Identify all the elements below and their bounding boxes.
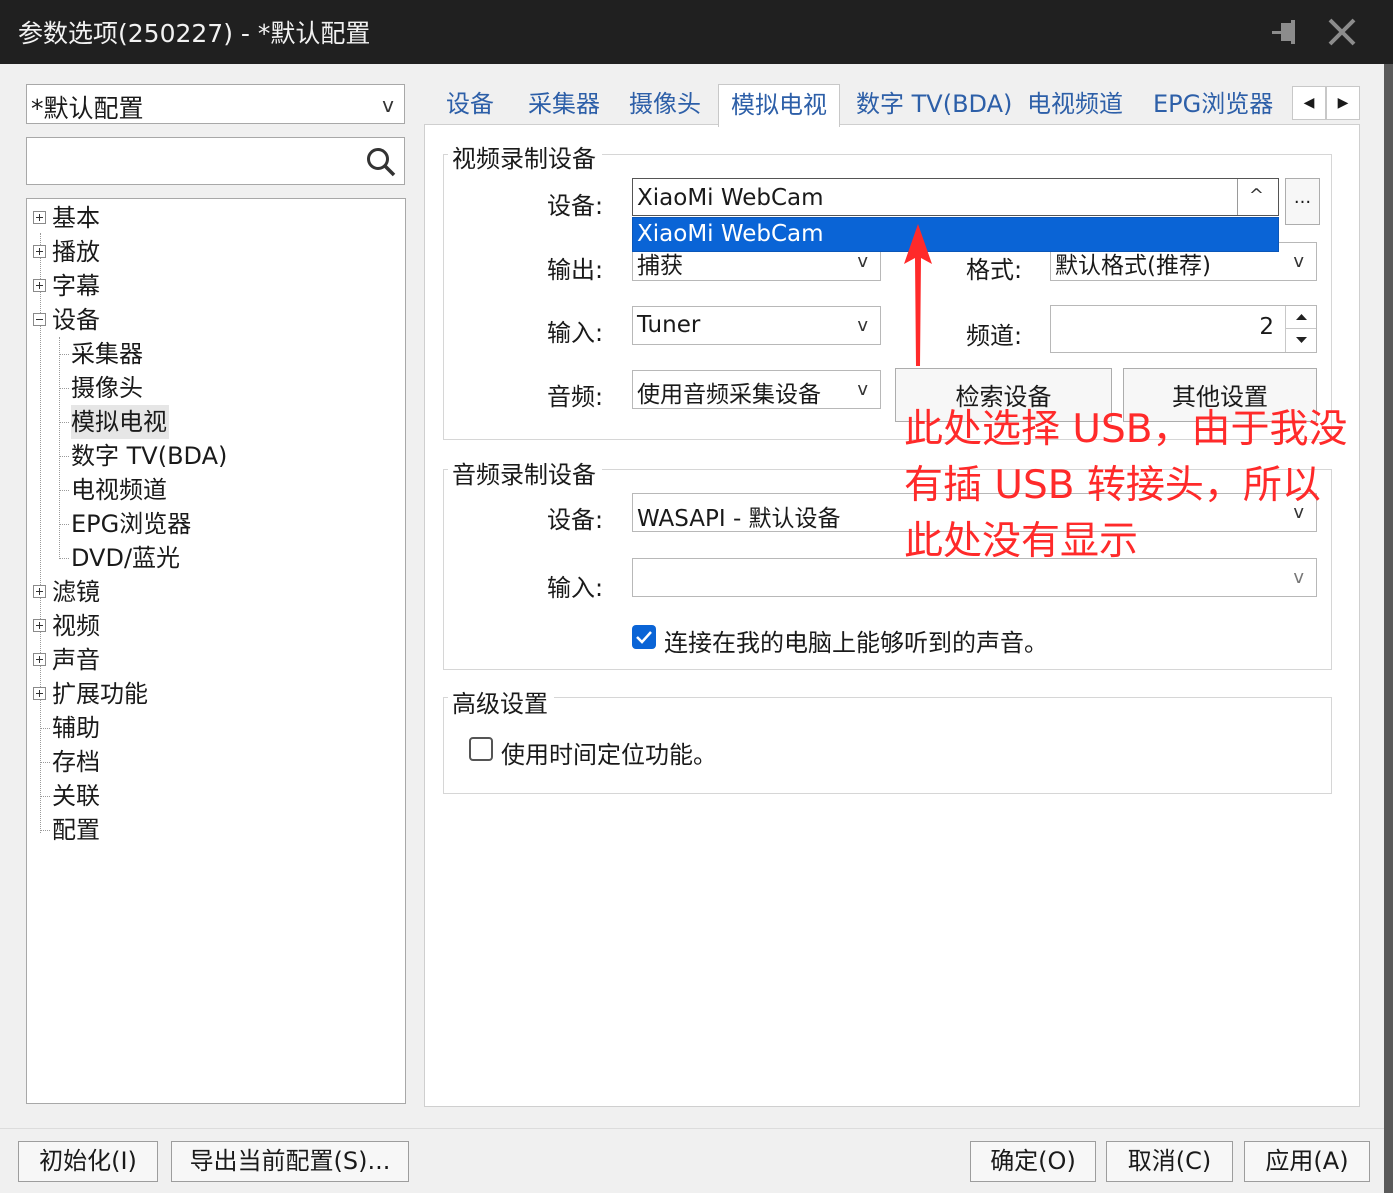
video-device-label: 设备: — [547, 192, 604, 220]
chevron-down-icon: v — [857, 379, 868, 400]
device-more-button[interactable]: ... — [1285, 178, 1320, 225]
expand-icon[interactable] — [33, 211, 46, 224]
expand-icon[interactable] — [33, 687, 46, 700]
tab-scroll-left-icon[interactable]: ◀ — [1292, 86, 1326, 120]
tree-item-audio[interactable]: 声音 — [52, 643, 100, 677]
title-bar: 参数选项(250227) - *默认配置 — [0, 0, 1393, 64]
audio-source-label: 音频: — [547, 383, 604, 411]
ok-button[interactable]: 确定(O) — [970, 1141, 1096, 1182]
tab-digital-tv[interactable]: 数字 TV(BDA) — [844, 84, 1024, 124]
tree-item-tv-channels[interactable]: 电视频道 — [71, 473, 167, 507]
expand-icon[interactable] — [33, 653, 46, 666]
audio-device-label: 设备: — [547, 506, 604, 534]
dropdown-option-xiaomi-webcam[interactable]: XiaoMi WebCam — [637, 221, 824, 247]
video-device-value: XiaoMi WebCam — [637, 185, 824, 211]
channel-value: 2 — [1259, 314, 1274, 340]
listen-checkbox-label[interactable]: 连接在我的电脑上能够听到的声音。 — [664, 623, 1048, 658]
tree-item-extensions[interactable]: 扩展功能 — [52, 677, 148, 711]
tree-item-subtitles[interactable]: 字幕 — [52, 269, 100, 303]
spin-up-icon[interactable] — [1285, 306, 1316, 329]
advanced-group-title: 高级设置 — [448, 684, 554, 719]
chevron-down-icon: v — [382, 93, 394, 117]
channel-spinner[interactable]: 2 — [1050, 305, 1317, 353]
close-icon[interactable] — [1322, 12, 1362, 52]
tree-item-dvd-bluray[interactable]: DVD/蓝光 — [71, 541, 180, 575]
search-icon[interactable] — [365, 146, 397, 178]
tab-analog-tv[interactable]: 模拟电视 — [718, 84, 840, 127]
window-title: 参数选项(250227) - *默认配置 — [18, 19, 371, 48]
audio-source-value: 使用音频采集设备 — [637, 382, 821, 408]
audio-device-value: WASAPI - 默认设备 — [637, 506, 841, 532]
tree-item-association[interactable]: 关联 — [52, 779, 100, 813]
expand-icon[interactable] — [33, 279, 46, 292]
tab-capture[interactable]: 采集器 — [516, 84, 612, 124]
tab-epg-browser[interactable]: EPG浏览器 — [1141, 84, 1285, 124]
tab-scroll-right-icon[interactable]: ▶ — [1326, 86, 1360, 120]
chevron-down-icon: v — [1293, 567, 1304, 588]
output-label: 输出: — [547, 256, 604, 284]
pin-icon[interactable] — [1268, 14, 1304, 50]
annotation-arrow-icon — [896, 222, 940, 368]
chevron-down-icon: v — [1293, 251, 1304, 272]
tree-item-devices[interactable]: 设备 — [52, 303, 100, 337]
tree-item-config[interactable]: 配置 — [52, 813, 100, 847]
footer-divider — [0, 1128, 1384, 1129]
chevron-down-icon: v — [857, 251, 868, 272]
export-config-button[interactable]: 导出当前配置(S)... — [171, 1141, 409, 1182]
expand-icon[interactable] — [33, 585, 46, 598]
collapse-icon[interactable] — [33, 313, 46, 326]
profile-select-value: *默认配置 — [31, 94, 144, 123]
tree-item-basic[interactable]: 基本 — [52, 201, 100, 235]
device-dropdown-list: XiaoMi WebCam — [632, 217, 1279, 252]
tree-item-video[interactable]: 视频 — [52, 609, 100, 643]
chevron-down-icon: v — [857, 315, 868, 336]
channel-label: 频道: — [966, 322, 1023, 350]
tab-tv-channels[interactable]: 电视频道 — [1015, 84, 1135, 124]
tree-item-analog-tv[interactable]: 模拟电视 — [71, 405, 169, 439]
timeshift-checkbox[interactable] — [469, 737, 493, 761]
expand-icon[interactable] — [33, 245, 46, 258]
input-value: Tuner — [637, 312, 701, 338]
format-label: 格式: — [966, 256, 1023, 284]
input-label: 输入: — [547, 319, 604, 347]
tab-devices[interactable]: 设备 — [434, 84, 506, 124]
input-select[interactable]: Tuner v — [632, 306, 881, 345]
audio-input-label: 输入: — [547, 574, 604, 602]
init-button[interactable]: 初始化(I) — [18, 1141, 158, 1182]
cancel-button[interactable]: 取消(C) — [1106, 1141, 1233, 1182]
tree-item-capture[interactable]: 采集器 — [71, 337, 143, 371]
chevron-up-icon: ^ — [1248, 185, 1264, 206]
audio-source-select[interactable]: 使用音频采集设备 v — [632, 370, 881, 409]
tree-item-archive[interactable]: 存档 — [52, 745, 100, 779]
expand-icon[interactable] — [33, 619, 46, 632]
tree-item-webcam[interactable]: 摄像头 — [71, 371, 143, 405]
window-border — [1384, 64, 1393, 1193]
video-device-select[interactable]: XiaoMi WebCam ^ — [632, 178, 1279, 216]
listen-checkbox[interactable] — [632, 625, 656, 649]
tree-item-digital-tv[interactable]: 数字 TV(BDA) — [71, 439, 227, 473]
tab-webcam[interactable]: 摄像头 — [617, 84, 713, 124]
profile-select[interactable]: *默认配置 v — [26, 84, 405, 124]
spin-down-icon[interactable] — [1285, 329, 1316, 352]
video-group-title: 视频录制设备 — [448, 139, 602, 174]
annotation-text: 此处选择 USB，由于我没 有插 USB 转接头，所以 此处没有显示 — [904, 407, 1348, 564]
tree-item-filters[interactable]: 滤镜 — [52, 575, 100, 609]
tree-item-accessibility[interactable]: 辅助 — [52, 711, 100, 745]
timeshift-checkbox-label[interactable]: 使用时间定位功能。 — [501, 735, 717, 770]
tree-item-epg-browser[interactable]: EPG浏览器 — [71, 507, 191, 541]
audio-group-title: 音频录制设备 — [448, 455, 602, 490]
apply-button[interactable]: 应用(A) — [1244, 1141, 1370, 1182]
tree-item-playback[interactable]: 播放 — [52, 235, 100, 269]
search-input[interactable] — [26, 137, 405, 185]
